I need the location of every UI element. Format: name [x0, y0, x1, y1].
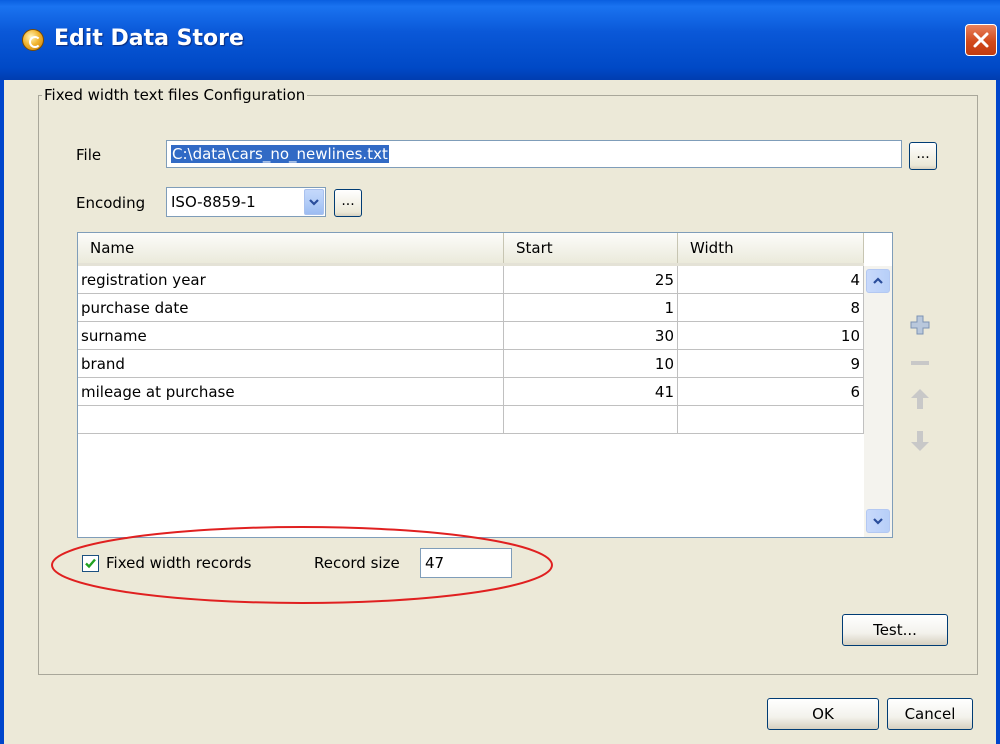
title-bar[interactable]: Edit Data Store: [0, 0, 1000, 80]
record-size-label: Record size: [314, 554, 400, 572]
close-button[interactable]: [965, 24, 997, 56]
column-header-width[interactable]: Width: [678, 233, 864, 263]
scroll-up-button[interactable]: [866, 269, 890, 293]
encoding-browse-button[interactable]: ...: [334, 189, 362, 217]
window-frame-right: [996, 80, 1000, 744]
arrow-down-icon: [911, 431, 929, 451]
encoding-value: ISO-8859-1: [171, 193, 256, 211]
encoding-dropdown-button[interactable]: [304, 189, 324, 215]
column-header-start[interactable]: Start: [504, 233, 678, 263]
minus-icon: [911, 361, 929, 365]
window-title: Edit Data Store: [54, 26, 244, 51]
table-row[interactable]: registration year 25 4: [78, 266, 864, 294]
group-title: Fixed width text files Configuration: [42, 86, 308, 104]
file-label: File: [76, 146, 102, 164]
fields-table: Name Start Width registration year 25 4 …: [77, 232, 893, 538]
cell-name[interactable]: registration year: [78, 266, 504, 294]
file-browse-button[interactable]: ...: [909, 142, 937, 170]
table-row[interactable]: brand 10 9: [78, 350, 864, 378]
plus-icon: [910, 315, 930, 335]
chevron-down-icon: [873, 518, 883, 525]
cancel-button[interactable]: Cancel: [887, 698, 973, 730]
edit-data-store-dialog: Edit Data Store Fixed width text files C…: [0, 0, 1000, 744]
cell-width[interactable]: 9: [678, 350, 864, 378]
cell-start[interactable]: 41: [504, 378, 678, 406]
cell-start[interactable]: 25: [504, 266, 678, 294]
record-size-input[interactable]: 47: [420, 548, 512, 578]
window-frame-left: [0, 80, 4, 744]
table-row-empty[interactable]: [78, 406, 864, 434]
table-row[interactable]: surname 30 10: [78, 322, 864, 350]
encoding-label: Encoding: [76, 194, 146, 212]
cell-name[interactable]: surname: [78, 322, 504, 350]
cell-start[interactable]: 1: [504, 294, 678, 322]
scroll-down-button[interactable]: [866, 509, 890, 533]
chevron-up-icon: [873, 277, 883, 284]
move-up-button[interactable]: [907, 386, 933, 412]
app-icon: [22, 29, 44, 51]
cell-name[interactable]: brand: [78, 350, 504, 378]
chevron-down-icon: [309, 199, 319, 206]
table-header: Name Start Width: [78, 233, 864, 266]
cell-width[interactable]: 4: [678, 266, 864, 294]
add-row-button[interactable]: [907, 312, 933, 338]
file-path-value: C:\data\cars_no_newlines.txt: [171, 145, 389, 163]
file-path-input[interactable]: C:\data\cars_no_newlines.txt: [166, 140, 902, 168]
cell-name[interactable]: purchase date: [78, 294, 504, 322]
table-body: registration year 25 4 purchase date 1 8…: [78, 266, 864, 434]
arrow-up-icon: [911, 389, 929, 409]
cell-name[interactable]: [78, 406, 504, 434]
move-down-button[interactable]: [907, 428, 933, 454]
remove-row-button[interactable]: [907, 350, 933, 376]
table-scrollbar[interactable]: [864, 266, 892, 537]
cell-width[interactable]: 10: [678, 322, 864, 350]
table-row[interactable]: mileage at purchase 41 6: [78, 378, 864, 406]
cell-width[interactable]: [678, 406, 864, 434]
ok-button[interactable]: OK: [767, 698, 879, 730]
cell-width[interactable]: 6: [678, 378, 864, 406]
table-row[interactable]: purchase date 1 8: [78, 294, 864, 322]
test-button[interactable]: Test...: [842, 614, 948, 646]
fixed-width-label[interactable]: Fixed width records: [106, 554, 251, 572]
cell-start[interactable]: 10: [504, 350, 678, 378]
cell-name[interactable]: mileage at purchase: [78, 378, 504, 406]
fixed-width-checkbox[interactable]: [82, 555, 99, 572]
cell-width[interactable]: 8: [678, 294, 864, 322]
encoding-select[interactable]: ISO-8859-1: [166, 187, 326, 217]
checkmark-icon: [85, 558, 96, 569]
column-header-name[interactable]: Name: [78, 233, 504, 263]
close-icon: [973, 32, 989, 48]
cell-start[interactable]: 30: [504, 322, 678, 350]
cell-start[interactable]: [504, 406, 678, 434]
